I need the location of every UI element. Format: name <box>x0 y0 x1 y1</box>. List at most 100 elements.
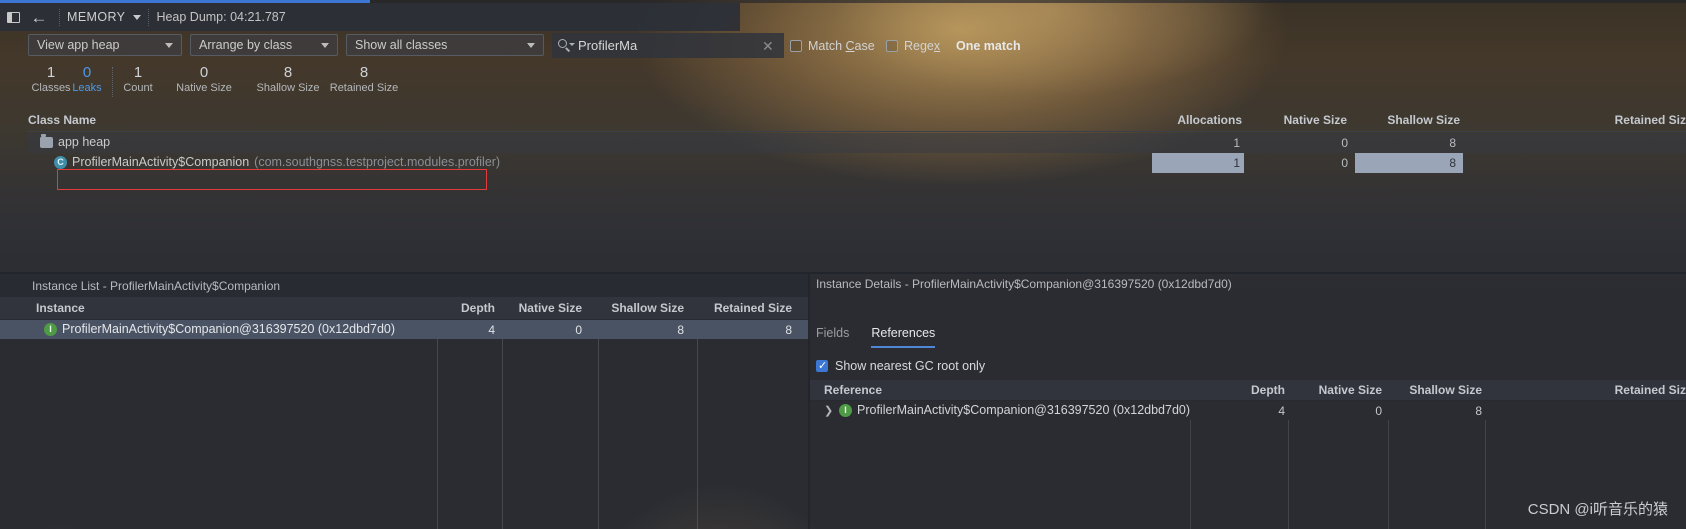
instance-row-label: I ProfilerMainActivity$Companion@3163975… <box>44 322 395 336</box>
close-icon[interactable]: ✕ <box>762 39 774 53</box>
cell-native-size: 0 <box>1341 156 1348 170</box>
class-row-label: app heap <box>40 134 110 149</box>
reference-row-label: ❯ I ProfilerMainActivity$Companion@31639… <box>824 403 1190 417</box>
column-shallow-size[interactable]: Shallow Size <box>1382 383 1482 397</box>
stat-native-size-value: 0 <box>199 64 209 81</box>
stat-retained-size-label: Retained Size <box>329 82 399 94</box>
stat-leaks-value: 0 <box>82 64 92 81</box>
class-table-header-divider <box>28 131 1686 132</box>
column-divider <box>1190 420 1191 529</box>
folder-icon <box>40 134 53 148</box>
stat-leaks-label: Leaks <box>72 82 102 94</box>
regex-label: Regex <box>904 39 941 53</box>
annotation-highlight-box <box>57 169 487 190</box>
instance-details-title: Instance Details - ProfilerMainActivity$… <box>816 277 1232 291</box>
column-divider <box>697 339 698 529</box>
instance-icon: I <box>44 322 57 336</box>
class-icon: C <box>54 155 67 169</box>
stat-count: 1 Count <box>112 64 164 95</box>
heap-select[interactable]: View app heap <box>28 34 182 56</box>
column-reference[interactable]: Reference <box>824 383 882 397</box>
panel-left-icon[interactable] <box>0 4 26 30</box>
column-divider <box>437 339 438 529</box>
instance-row-name: ProfilerMainActivity$Companion@316397520… <box>62 322 396 336</box>
checkbox-icon <box>886 40 898 52</box>
search-input[interactable]: ProfilerMa <box>552 33 784 58</box>
instance-details-tabs: Fields References <box>816 326 936 348</box>
column-divider <box>1485 420 1486 529</box>
column-instance[interactable]: Instance <box>36 301 85 315</box>
arrange-select-value: Arrange by class <box>199 38 293 52</box>
tab-references[interactable]: References <box>871 326 936 348</box>
instance-icon: I <box>839 403 852 417</box>
cell-native-size: 0 <box>575 323 582 337</box>
column-retained-size[interactable]: Retained Siz <box>1486 383 1686 397</box>
watermark-text: CSDN @i听音乐的猿 <box>1527 501 1668 518</box>
column-shallow-size[interactable]: Shallow Size <box>1360 113 1460 127</box>
search-icon <box>558 38 575 53</box>
stat-retained-size-value: 8 <box>359 64 369 81</box>
column-retained-size[interactable]: Retained Size <box>684 301 792 315</box>
classes-select-value: Show all classes <box>355 38 448 52</box>
toolbar-divider <box>59 8 60 26</box>
chevron-down-icon <box>527 42 535 48</box>
heap-select-value: View app heap <box>37 38 120 52</box>
cell-shallow-size: 8 <box>1475 404 1482 418</box>
chevron-down-icon <box>321 42 329 48</box>
toolbar-divider-2 <box>148 8 150 26</box>
column-class-name[interactable]: Class Name <box>28 113 96 127</box>
cell-depth: 4 <box>488 323 495 337</box>
search-input-value: ProfilerMa <box>578 38 638 53</box>
stat-leaks[interactable]: 0 Leaks <box>62 64 112 95</box>
cell-allocations: 1 <box>1233 136 1240 150</box>
class-row-name: ProfilerMainActivity$Companion <box>72 155 250 169</box>
column-native-size[interactable]: Native Size <box>1255 113 1347 127</box>
arrange-select[interactable]: Arrange by class <box>190 34 338 56</box>
column-shallow-size[interactable]: Shallow Size <box>582 301 684 315</box>
cell-retained-size: 8 <box>785 323 792 337</box>
cell-native-size: 0 <box>1341 136 1348 150</box>
stat-retained-size: 8 Retained Size <box>316 64 412 95</box>
column-divider <box>1288 420 1289 529</box>
column-divider <box>502 339 503 529</box>
class-table-header: Class Name Allocations Native Size Shall… <box>0 110 1686 132</box>
checkbox-icon <box>790 40 802 52</box>
chevron-right-icon[interactable]: ❯ <box>824 404 834 417</box>
column-depth[interactable]: Depth <box>400 301 495 315</box>
regex-checkbox[interactable]: Regex <box>886 39 940 53</box>
instance-list-header: Instance Depth Native Size Shallow Size … <box>0 297 810 319</box>
column-native-size[interactable]: Native Size <box>490 301 582 315</box>
table-row[interactable]: app heap 1 0 8 <box>28 133 1686 153</box>
stat-count-value: 1 <box>133 64 143 81</box>
memory-profiler-window: ← MEMORY Heap Dump: 04:21.787 View app h… <box>0 0 1686 529</box>
column-native-size[interactable]: Native Size <box>1290 383 1382 397</box>
profiler-toolbar: ← MEMORY Heap Dump: 04:21.787 <box>0 3 740 31</box>
chevron-down-icon <box>133 14 142 20</box>
column-retained-size[interactable]: Retained Siz <box>1470 113 1686 127</box>
memory-stage-selector[interactable]: MEMORY <box>67 10 142 24</box>
instance-list-title: Instance List - ProfilerMainActivity$Com… <box>28 277 808 295</box>
gc-root-checkbox-label: Show nearest GC root only <box>835 359 986 373</box>
gc-root-checkbox[interactable]: Show nearest GC root only <box>816 359 985 373</box>
cell-shallow-size: 8 <box>677 323 684 337</box>
back-arrow-icon[interactable]: ← <box>26 4 52 30</box>
cell-native-size: 0 <box>1375 404 1382 418</box>
column-allocations[interactable]: Allocations <box>1100 113 1242 127</box>
column-depth[interactable]: Depth <box>1130 383 1285 397</box>
tab-fields[interactable]: Fields <box>816 326 849 348</box>
cell-allocations: 1 <box>1233 156 1240 170</box>
table-row[interactable]: I ProfilerMainActivity$Companion@3163975… <box>0 320 810 339</box>
stat-native-size-label: Native Size <box>176 82 232 94</box>
match-case-label: Match Case <box>808 39 875 53</box>
classes-select[interactable]: Show all classes <box>346 34 544 56</box>
match-case-checkbox[interactable]: Match Case <box>790 39 875 53</box>
heap-stats-strip: 1 Classes 0 Leaks 1 Count 0 Native Size … <box>0 64 740 104</box>
stat-count-label: Count <box>123 82 153 94</box>
table-row[interactable]: ❯ I ProfilerMainActivity$Companion@31639… <box>810 401 1686 420</box>
cell-shallow-size: 8 <box>1449 136 1456 150</box>
memory-stage-label: MEMORY <box>67 10 126 24</box>
class-row-package: (com.southgnss.testproject.modules.profi… <box>254 155 501 169</box>
checkbox-checked-icon <box>816 359 828 373</box>
instance-list-body <box>0 339 810 529</box>
references-table-header: Reference Depth Native Size Shallow Size… <box>810 380 1686 400</box>
